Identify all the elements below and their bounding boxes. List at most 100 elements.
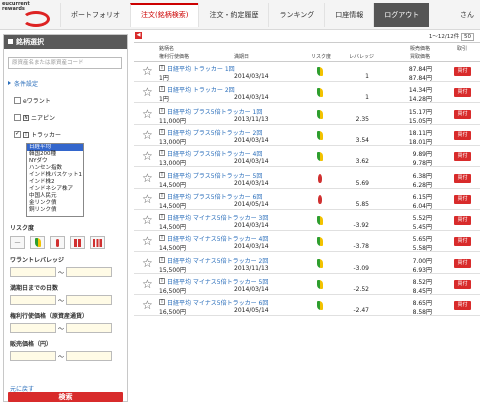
nav-account-info[interactable]: 口座情報	[324, 3, 373, 27]
filter-ewarrant[interactable]: eワラント	[14, 96, 127, 105]
tracker-label: トラッカー	[31, 132, 62, 139]
product-name-link[interactable]: 日経平均 マイナス5倍トラッカー 6回	[167, 298, 268, 307]
product-name-link[interactable]: 日経平均 プラス5倍トラッカー 4回	[167, 149, 262, 158]
nav-ranking[interactable]: ランキング	[268, 3, 324, 27]
nav-order-search[interactable]: 注文(銘柄検索)	[130, 3, 199, 27]
rights-max-input[interactable]	[66, 323, 112, 333]
risk-high-button[interactable]	[70, 236, 85, 249]
buy-button[interactable]: 買付	[454, 194, 471, 204]
listbox-option[interactable]: ハンセン指数	[27, 165, 83, 172]
buy-button[interactable]: 買付	[454, 216, 471, 226]
favorite-star-icon[interactable]: ☆	[142, 65, 153, 77]
favorite-star-icon[interactable]: ☆	[142, 86, 153, 98]
sell-max-input[interactable]	[66, 351, 112, 361]
days-max-input[interactable]	[66, 295, 112, 305]
favorite-star-icon[interactable]: ☆	[142, 299, 153, 311]
buy-button[interactable]: 買付	[454, 237, 471, 247]
tracker-doc-icon[interactable]: T	[159, 214, 165, 221]
collapse-sidebar-button[interactable]: ◀	[135, 32, 142, 39]
listbox-option[interactable]: 金リンク債	[27, 200, 83, 207]
page-size-select[interactable]: 50	[461, 33, 474, 41]
tracker-doc-icon[interactable]: T	[159, 86, 165, 93]
product-name-link[interactable]: 日経平均 マイナス5倍トラッカー 2回	[167, 256, 268, 265]
range-separator: ～	[57, 325, 64, 333]
days-min-input[interactable]	[10, 295, 56, 305]
nav-portfolio[interactable]: ポートフォリオ	[60, 3, 130, 27]
range-separator: ～	[57, 269, 64, 277]
product-name-link[interactable]: 日経平均 トラッカー 2回	[167, 85, 235, 94]
brand-logo[interactable]: eucurrent rewards	[2, 2, 58, 28]
buy-button[interactable]: 買付	[454, 152, 471, 162]
risk-none-button[interactable]: —	[10, 236, 25, 249]
tracker-doc-icon[interactable]: T	[159, 65, 165, 71]
product-name-link[interactable]: 日経平均 トラッカー 1回	[167, 64, 235, 73]
listbox-option[interactable]: 銅リンク債	[27, 207, 83, 214]
table-row: ☆ T 日経平均 マイナス5倍トラッカー 4回 14,500円 2014/03/14 -3…	[134, 232, 480, 253]
product-name-link[interactable]: 日経平均 プラス5倍トラッカー 5回	[167, 171, 262, 180]
tracker-doc-icon[interactable]: T	[159, 171, 165, 178]
product-name-link[interactable]: 日経平均 マイナス5倍トラッカー 4回	[167, 234, 268, 243]
listbox-option[interactable]: 中国人民元	[27, 193, 83, 200]
favorite-star-icon[interactable]: ☆	[142, 129, 153, 141]
tracker-doc-icon[interactable]: T	[159, 235, 165, 242]
leverage-max-input[interactable]	[66, 267, 112, 277]
favorite-star-icon[interactable]: ☆	[142, 108, 153, 120]
table-row: ☆ T 日経平均 マイナス5倍トラッカー 6回 16,500円 2014/05/14 -2…	[134, 296, 480, 317]
favorite-star-icon[interactable]: ☆	[142, 278, 153, 290]
bid-price: 6.93円	[412, 266, 432, 274]
favorite-star-icon[interactable]: ☆	[142, 150, 153, 162]
favorite-star-icon[interactable]: ☆	[142, 214, 153, 226]
buy-button[interactable]: 買付	[454, 280, 471, 289]
rights-price-range: ～	[10, 323, 127, 333]
nav-logout[interactable]: ログアウト	[373, 3, 430, 27]
neoapin-checkbox[interactable]	[14, 114, 21, 121]
product-name-link[interactable]: 日経平均 プラス5倍トラッカー 2回	[167, 128, 262, 137]
listbox-option[interactable]: 日経平均	[27, 144, 83, 151]
buy-button[interactable]: 買付	[454, 258, 471, 268]
rights-min-input[interactable]	[10, 323, 56, 333]
search-button[interactable]: 検索	[8, 392, 123, 402]
tracker-checkbox[interactable]	[14, 130, 21, 138]
favorite-star-icon[interactable]: ☆	[142, 257, 153, 269]
tracker-doc-icon[interactable]: T	[159, 278, 165, 284]
filter-neoapin[interactable]: N ニアピン	[14, 113, 127, 122]
product-name-link[interactable]: 日経平均 プラス5倍トラッカー 6回	[167, 192, 262, 201]
stock-selection-panel: 銘柄選択 原資産名または原資産コード 条件設定 eワラント N ニアピン T ト…	[3, 34, 128, 402]
risk-low-button[interactable]	[30, 236, 45, 249]
listbox-option[interactable]: 韓国200種	[27, 151, 83, 158]
tracker-doc-icon[interactable]: T	[159, 128, 165, 135]
tracker-doc-icon[interactable]: T	[159, 150, 165, 157]
warrant-leverage-range: ～	[10, 267, 127, 277]
buy-button[interactable]: 買付	[454, 109, 471, 119]
tracker-doc-icon[interactable]: T	[159, 256, 165, 263]
product-name-link[interactable]: 日経平均 マイナス5倍トラッカー 5回	[167, 277, 268, 286]
listbox-option[interactable]: NYダウ	[27, 158, 83, 165]
risk-mid-button[interactable]	[50, 236, 65, 249]
buy-button[interactable]: 買付	[454, 67, 471, 76]
buy-button[interactable]: 買付	[454, 130, 471, 140]
tracker-doc-icon[interactable]: T	[159, 192, 165, 199]
favorite-star-icon[interactable]: ☆	[142, 172, 153, 184]
risk-max-button[interactable]	[90, 236, 105, 249]
buy-button[interactable]: 買付	[454, 301, 471, 311]
favorite-star-icon[interactable]: ☆	[142, 235, 153, 247]
condition-settings-link[interactable]: 条件設定	[8, 79, 127, 88]
tracker-doc-icon[interactable]: T	[159, 107, 165, 114]
leverage-min-input[interactable]	[10, 267, 56, 277]
underlying-listbox[interactable]: 日経平均 韓国200種 NYダウ ハンセン指数 インド株バスケット1 インド株2…	[26, 143, 84, 217]
filter-tracker[interactable]: T トラッカー	[14, 130, 127, 139]
product-name-link[interactable]: 日経平均 マイナス5倍トラッカー 3回	[167, 213, 268, 222]
sell-min-input[interactable]	[10, 351, 56, 361]
beginner-leaf-icon	[317, 152, 323, 162]
listbox-option[interactable]: インド株バスケット1	[27, 172, 83, 179]
listbox-option[interactable]: インド株2	[27, 179, 83, 186]
favorite-star-icon[interactable]: ☆	[142, 193, 153, 205]
tracker-doc-icon[interactable]: T	[159, 299, 165, 306]
product-name-link[interactable]: 日経平均 プラス5倍トラッカー 1回	[167, 107, 262, 116]
ewarrant-checkbox[interactable]	[14, 97, 21, 104]
underlying-search-input[interactable]: 原資産名または原資産コード	[8, 57, 122, 69]
nav-order-history[interactable]: 注文・約定履歴	[198, 3, 268, 27]
listbox-option[interactable]: インドネシア株ア	[27, 186, 83, 193]
buy-button[interactable]: 買付	[454, 173, 471, 183]
buy-button[interactable]: 買付	[454, 88, 471, 98]
